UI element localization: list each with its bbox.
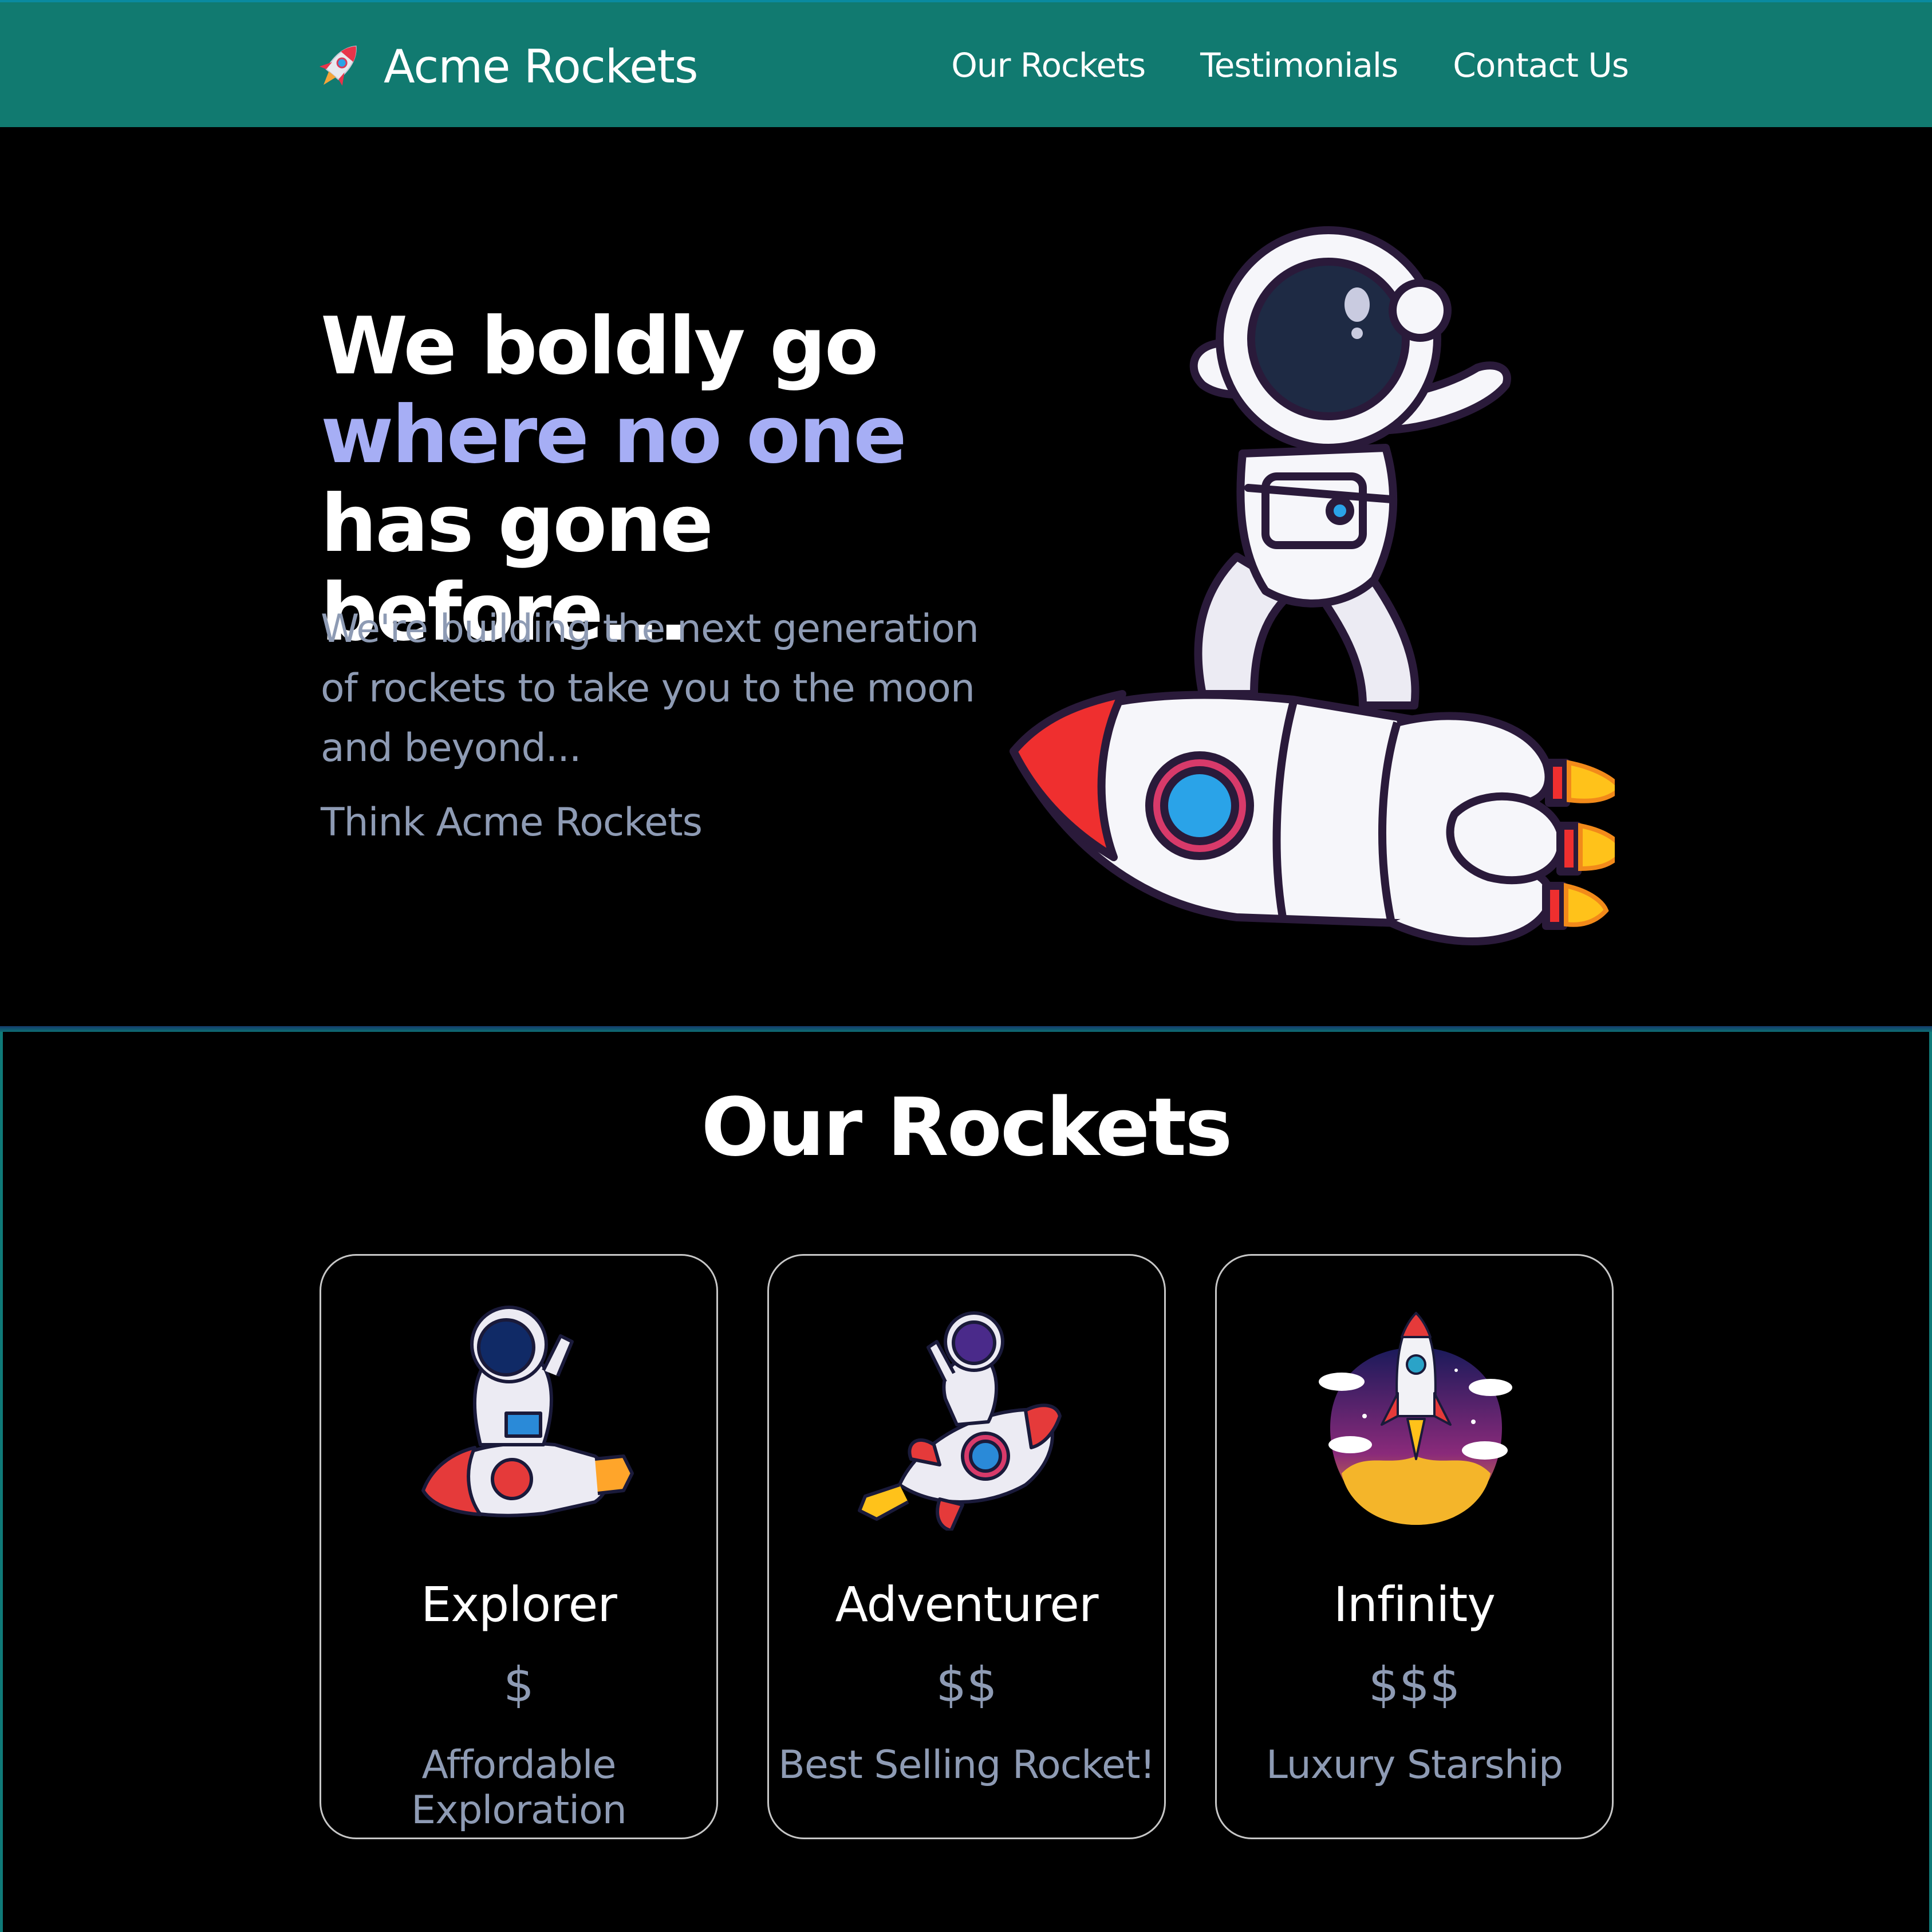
card-price: $$$ [1368,1657,1461,1713]
card-price: $ [503,1657,534,1713]
hero-title-accent: where no one [321,389,907,481]
hero-section: We boldly go where no one has gone before… [0,127,1932,1026]
card-tagline: Best Selling Rocket! [778,1742,1156,1788]
section-title-our-rockets: Our Rockets [701,1081,1233,1174]
card-price: $$ [936,1657,997,1713]
astronaut-riding-rocket-icon [421,1306,634,1517]
rocket-card-adventurer[interactable]: Adventurer $$ Best Selling Rocket! [767,1254,1166,1839]
hero-title-part1: We boldly go [321,300,879,392]
brand-link[interactable]: Acme Rockets [314,38,699,95]
hero-subtitle: We're building the next generation of ro… [321,606,979,771]
card-name: Adventurer [835,1576,1098,1633]
rocket-card-explorer[interactable]: Explorer $ Affordable Exploration [320,1254,718,1839]
section-divider [0,1026,1932,1032]
astronaut-on-rocket-icon [1010,226,1615,945]
navbar: Acme Rockets Our Rockets Testimonials Co… [0,0,1932,127]
hero-tagline: Think Acme Rockets [321,800,703,845]
card-tagline: Affordable Exploration [411,1742,627,1833]
nav-link-contact-us[interactable]: Contact Us [1453,46,1629,85]
card-tagline: Luxury Starship [1266,1742,1563,1788]
nav-links: Our Rockets Testimonials Contact Us [951,46,1629,85]
nav-link-testimonials[interactable]: Testimonials [1200,46,1398,85]
astronaut-waving-rocket-icon [858,1311,1062,1531]
card-name: Infinity [1333,1576,1496,1633]
rocket-card-infinity[interactable]: Infinity $$$ Luxury Starship [1215,1254,1614,1839]
card-name: Explorer [421,1576,617,1633]
rocket-launch-icon [1319,1312,1512,1525]
brand-name: Acme Rockets [384,40,699,93]
rocket-icon [319,45,357,86]
nav-link-our-rockets[interactable]: Our Rockets [951,46,1146,85]
